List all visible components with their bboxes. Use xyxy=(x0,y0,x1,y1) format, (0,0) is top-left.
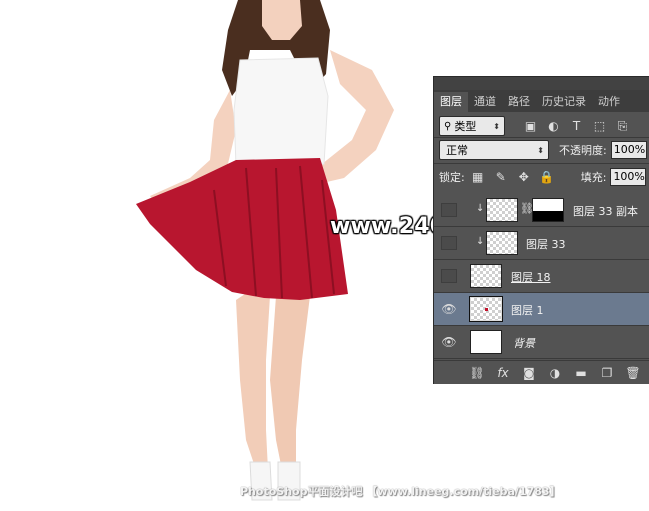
link-layers-icon[interactable]: ⛓ xyxy=(464,366,490,380)
layer-thumbnail xyxy=(469,296,503,322)
shape-filter-icon[interactable]: ⬚ xyxy=(588,116,611,136)
tab-channels[interactable]: 通道 xyxy=(468,92,502,112)
lock-brush-icon[interactable]: ✎ xyxy=(491,168,511,186)
lock-position-icon[interactable]: ✥ xyxy=(514,168,534,186)
panel-title-strip[interactable] xyxy=(434,77,649,90)
red-skirt xyxy=(136,158,348,300)
image-filter-icon[interactable]: ▣ xyxy=(519,116,542,136)
left-leg xyxy=(236,292,270,470)
layer-thumbnail xyxy=(486,198,518,222)
search-icon: ⚲ xyxy=(444,120,452,132)
eye-icon[interactable]: 👁 xyxy=(441,302,457,316)
layer-row[interactable]: ↓ ⛓ 图层 33 副本 xyxy=(434,194,649,227)
filter-icons: ▣ ◐ T ⬚ ⎘ xyxy=(519,116,634,136)
type-filter-icon[interactable]: T xyxy=(565,116,588,136)
lock-row: 锁定: ▦ ✎ ✥ 🔒 填充: 100% xyxy=(439,167,649,187)
watermark-bottom: PhotoShop平面设计吧 【www.lineeg.com/tieba/178… xyxy=(240,485,561,498)
new-layer-icon[interactable]: ❐ xyxy=(594,366,620,380)
layer-mask-thumbnail[interactable] xyxy=(532,198,564,222)
layer-row[interactable]: ↓ 图层 33 xyxy=(434,227,649,260)
blend-row: 正常 ⬍ 不透明度: 100% xyxy=(439,139,649,161)
opacity-label: 不透明度: xyxy=(559,144,607,157)
layer-name[interactable]: 图层 18 xyxy=(511,269,551,285)
visibility-toggle[interactable] xyxy=(441,269,457,283)
visibility-toggle[interactable] xyxy=(441,203,457,217)
thumbnail-content xyxy=(485,308,488,311)
layer-thumbnail xyxy=(470,264,502,288)
divider xyxy=(434,163,649,164)
tab-history[interactable]: 历史记录 xyxy=(536,92,592,112)
clipping-arrow-icon: ↓ xyxy=(476,203,485,214)
kind-filter-select[interactable]: ⚲ 类型 ⬍ xyxy=(439,116,505,136)
smartobject-filter-icon[interactable]: ⎘ xyxy=(611,116,634,136)
layer-name[interactable]: 图层 33 副本 xyxy=(573,203,638,219)
tab-layers[interactable]: 图层 xyxy=(434,92,468,112)
tab-actions[interactable]: 动作 xyxy=(592,92,626,112)
adjustment-filter-icon[interactable]: ◐ xyxy=(542,116,565,136)
layer-row[interactable]: 图层 18 xyxy=(434,260,649,293)
lock-all-icon[interactable]: 🔒 xyxy=(537,168,557,186)
blend-mode-value: 正常 xyxy=(446,144,468,157)
lock-transparency-icon[interactable]: ▦ xyxy=(468,168,488,186)
right-leg xyxy=(270,296,310,470)
tab-paths[interactable]: 路径 xyxy=(502,92,536,112)
adjustment-layer-icon[interactable]: ◑ xyxy=(542,366,568,380)
layer-name[interactable]: 图层 33 xyxy=(526,236,566,252)
fill-field[interactable]: 100% xyxy=(610,168,647,186)
layer-name[interactable]: 图层 1 xyxy=(511,302,544,318)
eye-icon[interactable]: 👁 xyxy=(441,335,457,349)
layer-thumbnail xyxy=(486,231,518,255)
add-mask-icon[interactable]: ◙ xyxy=(516,366,542,380)
panel-tabbar: 图层 通道 路径 历史记录 动作 xyxy=(434,90,649,112)
panel-bottom-bar: ⛓ fx ◙ ◑ ▬ ❐ 🗑 xyxy=(434,360,649,384)
new-group-icon[interactable]: ▬ xyxy=(568,366,594,380)
layer-thumbnail xyxy=(470,330,502,354)
fx-icon[interactable]: fx xyxy=(490,366,516,380)
clipping-arrow-icon: ↓ xyxy=(476,236,485,247)
layer-name[interactable]: 背景 xyxy=(513,335,535,351)
opacity-field[interactable]: 100% xyxy=(610,141,647,159)
layer-row[interactable]: 👁 背景 xyxy=(434,326,649,359)
lock-label: 锁定: xyxy=(439,171,465,184)
filter-row: ⚲ 类型 ⬍ ▣ ◐ T ⬚ ⎘ xyxy=(439,115,645,137)
delete-layer-icon[interactable]: 🗑 xyxy=(620,366,646,380)
divider xyxy=(434,137,649,138)
layer-list: ↓ ⛓ 图层 33 副本 ↓ 图层 33 图层 18 👁 图层 1 👁 背景 xyxy=(434,194,649,359)
updown-arrow-icon: ⬍ xyxy=(537,145,544,155)
blend-mode-select[interactable]: 正常 ⬍ xyxy=(439,140,549,160)
layer-row-selected[interactable]: 👁 图层 1 xyxy=(434,293,649,326)
visibility-toggle[interactable] xyxy=(441,236,457,250)
layers-panel: 图层 通道 路径 历史记录 动作 ⚲ 类型 ⬍ ▣ ◐ T ⬚ ⎘ 正常 ⬍ 不… xyxy=(433,76,649,384)
updown-arrow-icon: ⬍ xyxy=(493,121,500,131)
fill-label: 填充: xyxy=(580,171,607,184)
white-top xyxy=(233,57,329,167)
kind-filter-value: 类型 xyxy=(454,120,477,133)
